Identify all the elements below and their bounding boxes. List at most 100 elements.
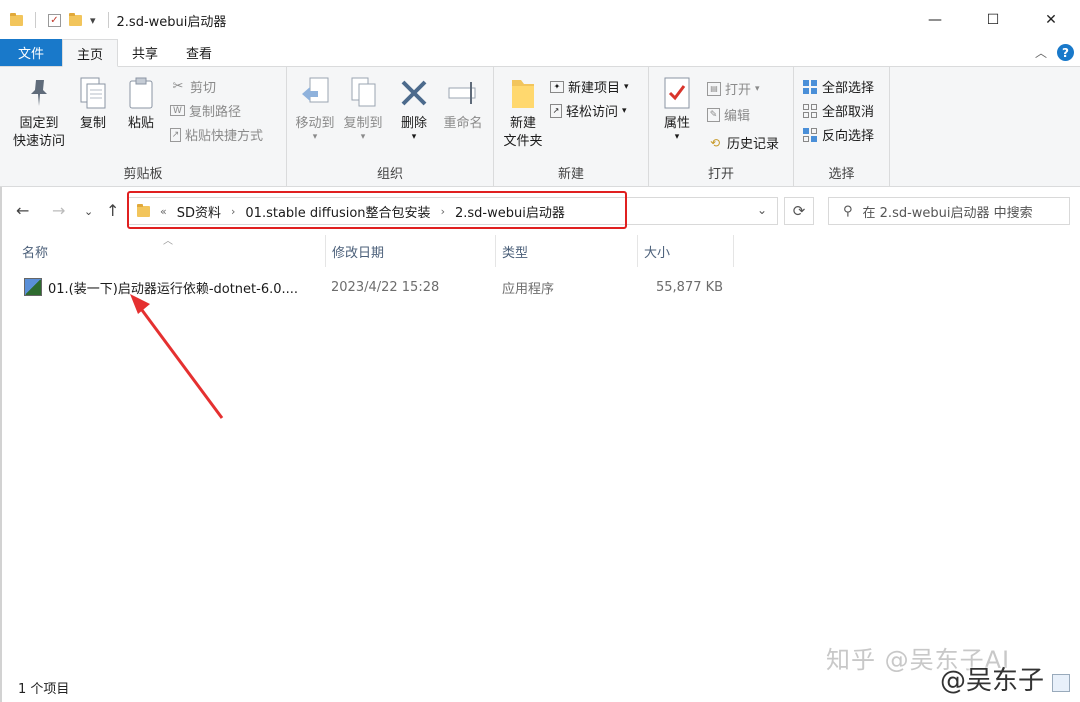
ribbon-tabs: 文件 主页 共享 查看 ︿ ? [0,39,1080,67]
paste-shortcut-button[interactable]: ↗ 粘贴快捷方式 [170,125,263,144]
select-group: 全部选择 全部取消 反向选择 选择 [794,67,890,187]
collapse-ribbon-icon[interactable]: ︿ [1035,44,1047,61]
easy-access-button[interactable]: ↗ 轻松访问 ▾ [550,101,627,120]
ribbon: 固定到 快速访问 复制 粘贴 ✂ 剪切 W 复制路径 ↗ 粘贴快捷方式 剪贴板 [0,67,1080,187]
tab-file[interactable]: 文件 [0,39,63,66]
properties-label: 属性 [663,116,690,131]
recent-locations-chevron-icon[interactable]: ⌄ [84,205,93,218]
pin-quick-access-button[interactable]: 固定到 快速访问 [10,75,68,151]
copy-to-button[interactable]: 复制到 ▾ [341,75,385,142]
select-all-icon [802,79,818,95]
file-list-header: ︿ 名称 修改日期 类型 大小 [0,235,1080,267]
properties-check-icon[interactable]: ✓ [48,13,61,27]
copy-path-button[interactable]: W 复制路径 [170,101,241,120]
copy-icon [77,75,109,111]
new-item-icon: ✦ [550,80,564,93]
select-none-icon [802,103,818,119]
column-name[interactable]: 名称 [16,235,326,267]
invert-selection-button[interactable]: 反向选择 [802,125,874,144]
open-group-label: 打开 [707,167,734,182]
installer-icon [24,278,42,296]
delete-label: 删除 [400,116,427,131]
new-item-label: 新建项目 [568,81,621,96]
folder-icon[interactable] [10,12,23,26]
tab-view[interactable]: 查看 [172,39,226,66]
invert-selection-label: 反向选择 [822,129,875,144]
paste-label: 粘贴 [127,116,154,131]
paste-button[interactable]: 粘贴 [124,75,158,133]
easy-access-icon: ↗ [550,103,562,118]
column-type[interactable]: 类型 [496,235,638,267]
pin-label-2: 快速访问 [12,134,65,149]
cut-button[interactable]: ✂ 剪切 [170,77,216,96]
open-group: 属性 ▾ ▤ 打开 ▾ ✎ 编辑 ⟲ 历史记录 打开 [649,67,794,187]
clipboard-group-label: 剪贴板 [123,167,163,182]
open-button[interactable]: ▤ 打开 ▾ [707,79,760,98]
tab-home[interactable]: 主页 [62,39,119,67]
copy-to-icon [347,75,379,111]
watermark-author: @吴东子 [940,666,1045,696]
open-icon: ▤ [707,81,721,96]
open-label: 打开 [725,83,752,98]
address-dropdown-chevron-icon[interactable]: ⌄ [757,203,767,217]
search-input[interactable]: ⚲ 在 2.sd-webui启动器 中搜索 [828,197,1070,225]
select-all-label: 全部选择 [822,81,875,96]
delete-button[interactable]: 删除 ▾ [397,75,431,142]
close-button[interactable]: ✕ [1022,0,1080,40]
new-folder-label-1: 新建 [509,116,536,131]
copy-button[interactable]: 复制 [76,75,110,133]
file-size: 55,877 KB [656,279,724,295]
copy-path-icon: W [170,105,185,116]
forward-arrow-icon[interactable]: → [52,201,65,220]
clipboard-group: 固定到 快速访问 复制 粘贴 ✂ 剪切 W 复制路径 ↗ 粘贴快捷方式 剪贴板 [0,67,287,187]
details-view-icon[interactable] [1052,674,1070,692]
edit-button[interactable]: ✎ 编辑 [707,105,750,124]
quick-access-toolbar: ✓ ▾ [0,0,113,40]
edit-icon: ✎ [707,107,720,122]
scissors-icon: ✂ [172,79,184,94]
invert-selection-icon [802,127,818,143]
file-modified: 2023/4/22 15:28 [331,279,440,295]
column-size[interactable]: 大小 [638,235,734,267]
annotation-arrow [130,294,224,419]
new-group-label: 新建 [557,167,584,182]
properties-icon [661,75,693,111]
new-item-button[interactable]: ✦ 新建项目 ▾ [550,77,629,96]
history-button[interactable]: ⟲ 历史记录 [707,133,780,153]
new-folder-icon[interactable] [69,12,82,26]
move-to-icon [299,75,331,111]
tab-share[interactable]: 共享 [118,39,172,66]
rename-icon [447,75,479,111]
status-item-count: 1 个项目 [18,682,70,697]
organize-group-label: 组织 [376,167,403,182]
quick-access-dropdown-icon[interactable]: ▾ [90,14,96,27]
move-to-button[interactable]: 移动到 ▾ [293,75,337,142]
search-placeholder: 在 2.sd-webui启动器 中搜索 [862,205,1033,221]
annotation-highlight-box [127,191,627,229]
edit-label: 编辑 [724,109,751,124]
select-all-button[interactable]: 全部选择 [802,77,874,96]
title-bar: ✓ ▾ 2.sd-webui启动器 — ☐ ✕ [0,0,1080,40]
navigation-bar: ← → ⌄ ↑ « SD资料 › 01.stable diffusion整合包安… [0,187,1080,235]
divider [107,12,109,28]
maximize-button[interactable]: ☐ [964,0,1022,40]
up-arrow-icon[interactable]: ↑ [106,201,119,220]
new-folder-button[interactable]: 新建 文件夹 [500,75,546,151]
help-icon[interactable]: ? [1057,44,1074,61]
cut-label: 剪切 [190,81,217,96]
pin-label-1: 固定到 [19,116,59,131]
history-label: 历史记录 [727,137,780,152]
back-arrow-icon[interactable]: ← [16,201,29,220]
copy-path-label: 复制路径 [189,105,242,120]
refresh-button[interactable]: ⟳ [784,197,814,225]
paste-shortcut-label: 粘贴快捷方式 [185,129,264,144]
properties-button[interactable]: 属性 ▾ [659,75,695,142]
window-title: 2.sd-webui启动器 [116,14,227,30]
new-folder-label-2: 文件夹 [503,134,543,149]
column-modified[interactable]: 修改日期 [326,235,496,267]
copy-to-label: 复制到 [343,116,383,131]
rename-button[interactable]: 重命名 [441,75,485,133]
rename-label: 重命名 [443,116,483,131]
minimize-button[interactable]: — [906,0,964,40]
select-none-button[interactable]: 全部取消 [802,101,874,120]
